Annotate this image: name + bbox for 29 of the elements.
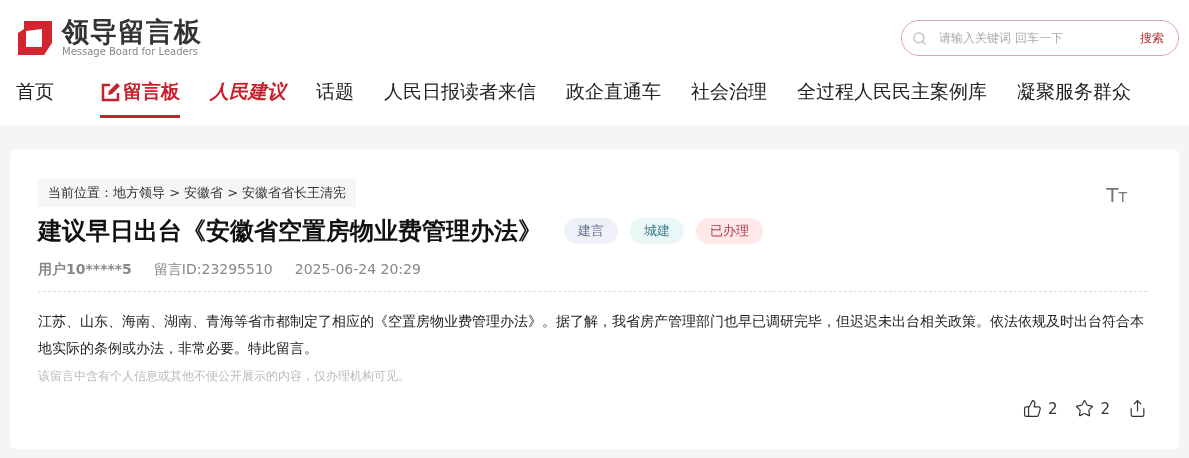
tag: 建言 xyxy=(564,218,618,244)
message-id: 留言ID:23295510 xyxy=(153,261,273,279)
user-name: 用户10*****5 xyxy=(38,261,132,279)
tag: 已办理 xyxy=(696,218,763,244)
nav-tab[interactable]: 话题 xyxy=(316,79,354,118)
edit-icon xyxy=(100,82,120,102)
message-time: 2025-06-24 20:29 xyxy=(294,261,421,279)
logo-icon xyxy=(16,19,54,57)
nav-tab[interactable]: 全过程人民民主案例库 xyxy=(797,79,987,118)
message-title: 建议早日出台《安徽省空置房物业费管理办法》 xyxy=(38,216,542,247)
nav-tab[interactable]: 人民建议 xyxy=(210,79,286,118)
font-size-button[interactable]: TT xyxy=(1106,183,1127,207)
nav-tab[interactable]: 留言板 xyxy=(100,79,180,118)
nav-tab[interactable]: 凝聚服务群众 xyxy=(1017,79,1131,118)
search-button[interactable]: 搜索 xyxy=(1140,29,1164,47)
nav-tab[interactable]: 政企直通车 xyxy=(566,79,661,118)
star-button[interactable]: 2 xyxy=(1075,399,1110,418)
nav-tab[interactable]: 人民日报读者来信 xyxy=(384,79,536,118)
nav-tab[interactable]: 社会治理 xyxy=(691,79,767,118)
share-button[interactable] xyxy=(1128,399,1147,418)
nav-tab[interactable]: 首页 xyxy=(16,79,54,118)
like-button[interactable]: 2 xyxy=(1022,399,1058,418)
privacy-notice: 该留言中含有个人信息或其他不便公开展示的内容，仅办理机构可见。 xyxy=(38,368,411,385)
breadcrumb: 当前位置：地方领导 > 安徽省 > 安徽省省长王清宪 xyxy=(38,179,357,207)
site-subtitle: Message Board for Leaders xyxy=(62,46,199,58)
search-icon xyxy=(912,30,927,46)
tag: 城建 xyxy=(630,218,684,244)
message-body: 江苏、山东、海南、湖南、青海等省市都制定了相应的《空置房物业费管理办法》。据了解，我省房产管理部门也早已调研完毕，但迟迟未出台相关政策。依法依规及时出台符合本地实际的条例或办法，非常必要。特此留言。 xyxy=(38,312,1145,358)
site-title: 领导留言板 xyxy=(62,18,202,46)
